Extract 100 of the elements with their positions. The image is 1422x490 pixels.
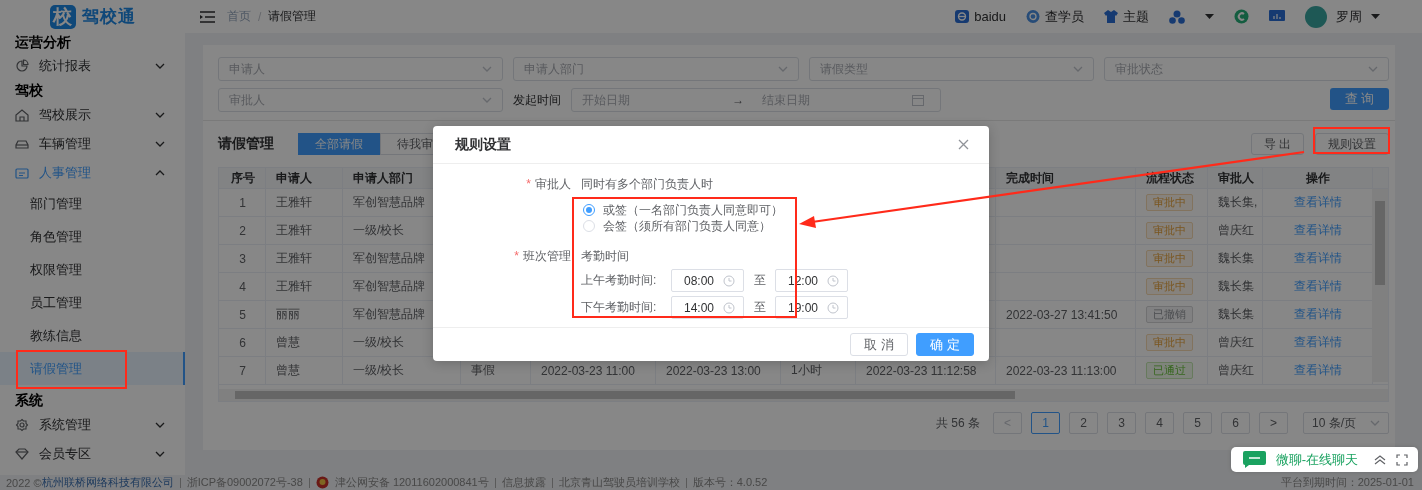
column-header: 序号	[229, 169, 256, 187]
chat-bar[interactable]: 微聊-在线聊天	[1230, 447, 1418, 472]
logo-text: 驾校通	[81, 6, 136, 28]
table-cell: 一级/校长	[353, 362, 405, 379]
chevron-down-icon	[482, 66, 493, 72]
page-button[interactable]: 5	[1183, 412, 1212, 434]
export-button[interactable]: 导 出	[1250, 133, 1304, 155]
section-title: 系统	[14, 391, 43, 410]
diamond-icon	[15, 446, 29, 461]
status-tag: 已通过	[1146, 362, 1193, 379]
chevron-down-icon	[777, 66, 788, 72]
house-icon	[15, 107, 29, 122]
table-cell: 曾庆红	[1218, 362, 1254, 379]
chevron-down-icon	[155, 140, 165, 147]
status-tag: 审批中	[1146, 222, 1193, 239]
page-button[interactable]: 3	[1107, 412, 1136, 434]
range-separator: 至	[752, 272, 767, 289]
details-link[interactable]: 查看详情	[1294, 222, 1342, 239]
details-link[interactable]: 查看详情	[1294, 306, 1342, 323]
user-name[interactable]: 罗周	[1336, 7, 1362, 26]
table-cell: 6	[239, 335, 246, 350]
submenu-item[interactable]: 角色管理	[0, 220, 185, 253]
submenu-item[interactable]: 员工管理	[0, 286, 185, 319]
table-cell: 军创智慧品牌	[353, 306, 425, 323]
logo-badge: 校	[49, 4, 76, 29]
toolbar-link[interactable]: baidu	[955, 9, 1006, 24]
field-label: 发起时间	[513, 91, 562, 109]
table-cell: 军创智慧品牌	[353, 194, 425, 211]
table-cell: 1小时	[791, 362, 822, 379]
copyright-text: 2022 ©	[6, 476, 42, 489]
details-link[interactable]: 查看详情	[1294, 278, 1342, 295]
menu-item[interactable]: 驾校展示	[0, 100, 185, 129]
submenu-item[interactable]: 部门管理	[0, 187, 185, 220]
table-cell: 2022-03-23 11:12:58	[866, 363, 977, 378]
details-link[interactable]: 查看详情	[1294, 334, 1342, 351]
table-cell: 王雅轩	[276, 222, 312, 239]
toolbar-link[interactable]: 查学员	[1026, 7, 1084, 26]
caret-down-icon	[1371, 14, 1380, 19]
monitor-icon	[1269, 9, 1285, 24]
radio-option[interactable]: 或签（一名部门负责人同意即可）	[583, 202, 783, 218]
confirm-button[interactable]: 确 定	[916, 333, 974, 356]
status-tag: 审批中	[1146, 194, 1193, 211]
details-link[interactable]: 查看详情	[1294, 250, 1342, 267]
page-button[interactable]: 1	[1031, 412, 1060, 434]
table-cell: 王雅轩	[276, 250, 312, 267]
caret-down-icon	[1205, 14, 1214, 19]
search-button[interactable]: 查 询	[1330, 88, 1389, 110]
page-button[interactable]: 2	[1069, 412, 1098, 434]
menu-item[interactable]: 车辆管理	[0, 129, 185, 158]
radio-option[interactable]: 会签（须所有部门负责人同意）	[583, 218, 783, 234]
time-field[interactable]: 14:00	[671, 296, 744, 319]
calendar-icon	[912, 94, 925, 106]
section-title: 运营分析	[14, 33, 71, 51]
details-link[interactable]: 查看详情	[1294, 194, 1342, 211]
shirt-icon	[1104, 10, 1118, 23]
submenu-item[interactable]: 请假管理	[0, 352, 185, 385]
field-label: 下午考勤时间:	[581, 299, 658, 316]
field-label: 班次管理	[523, 248, 571, 265]
emblem-icon	[315, 476, 329, 489]
filter-tab[interactable]: 全部请假	[298, 133, 380, 155]
expand-icon	[1396, 453, 1408, 466]
menu-item[interactable]: 统计报表	[0, 51, 185, 80]
page-button[interactable]: 6	[1221, 412, 1250, 434]
chevron-up-icon	[155, 169, 165, 176]
table-cell: 事假	[471, 362, 495, 379]
page-size-select[interactable]: 10 条/页	[1303, 412, 1389, 434]
next-page-button[interactable]: >	[1259, 412, 1288, 434]
table-cell: 曾庆红	[1218, 222, 1254, 239]
chevron-down-icon	[155, 111, 165, 118]
toolbar-link[interactable]: 主题	[1104, 7, 1149, 26]
table-cell: 曾庆红	[1218, 334, 1254, 351]
menu-item[interactable]: 会员专区	[0, 439, 185, 468]
chevron-down-icon	[1368, 66, 1378, 72]
time-field[interactable]: 08:00	[671, 269, 744, 292]
table-cell: 7	[239, 363, 246, 378]
table-cell: 魏长集,	[1218, 194, 1258, 211]
search-icon	[1026, 10, 1040, 23]
table-cell: 魏长集	[1218, 278, 1254, 295]
required-mark: *	[514, 248, 519, 265]
clock-icon	[827, 274, 839, 287]
details-link[interactable]: 查看详情	[1294, 362, 1342, 379]
table-cell: 军创智慧品牌	[353, 278, 425, 295]
company-link[interactable]: 杭州联桥网络科技有限公司	[41, 475, 174, 490]
table-cell: 魏长集	[1218, 250, 1254, 267]
required-mark: *	[526, 176, 531, 193]
column-header: 申请人部门	[352, 169, 414, 187]
table-cell: 5	[239, 307, 246, 322]
table-cell: 一级/校长	[353, 334, 405, 351]
submenu-item[interactable]: 教练信息	[0, 319, 185, 352]
cancel-button[interactable]: 取 消	[850, 333, 908, 356]
page-button[interactable]: 4	[1145, 412, 1174, 434]
menu-item[interactable]: 系统管理	[0, 410, 185, 439]
breadcrumb-item: 请假管理	[268, 8, 317, 25]
group-label: 考勤时间	[581, 248, 630, 265]
rule-settings-button[interactable]: 规则设置	[1315, 133, 1389, 155]
gear-icon	[15, 417, 29, 432]
status-tag: 审批中	[1146, 278, 1193, 295]
table-cell: 2022-03-23 11:00	[541, 363, 635, 378]
submenu-item[interactable]: 权限管理	[0, 253, 185, 286]
menu-item[interactable]: 人事管理	[0, 158, 185, 187]
